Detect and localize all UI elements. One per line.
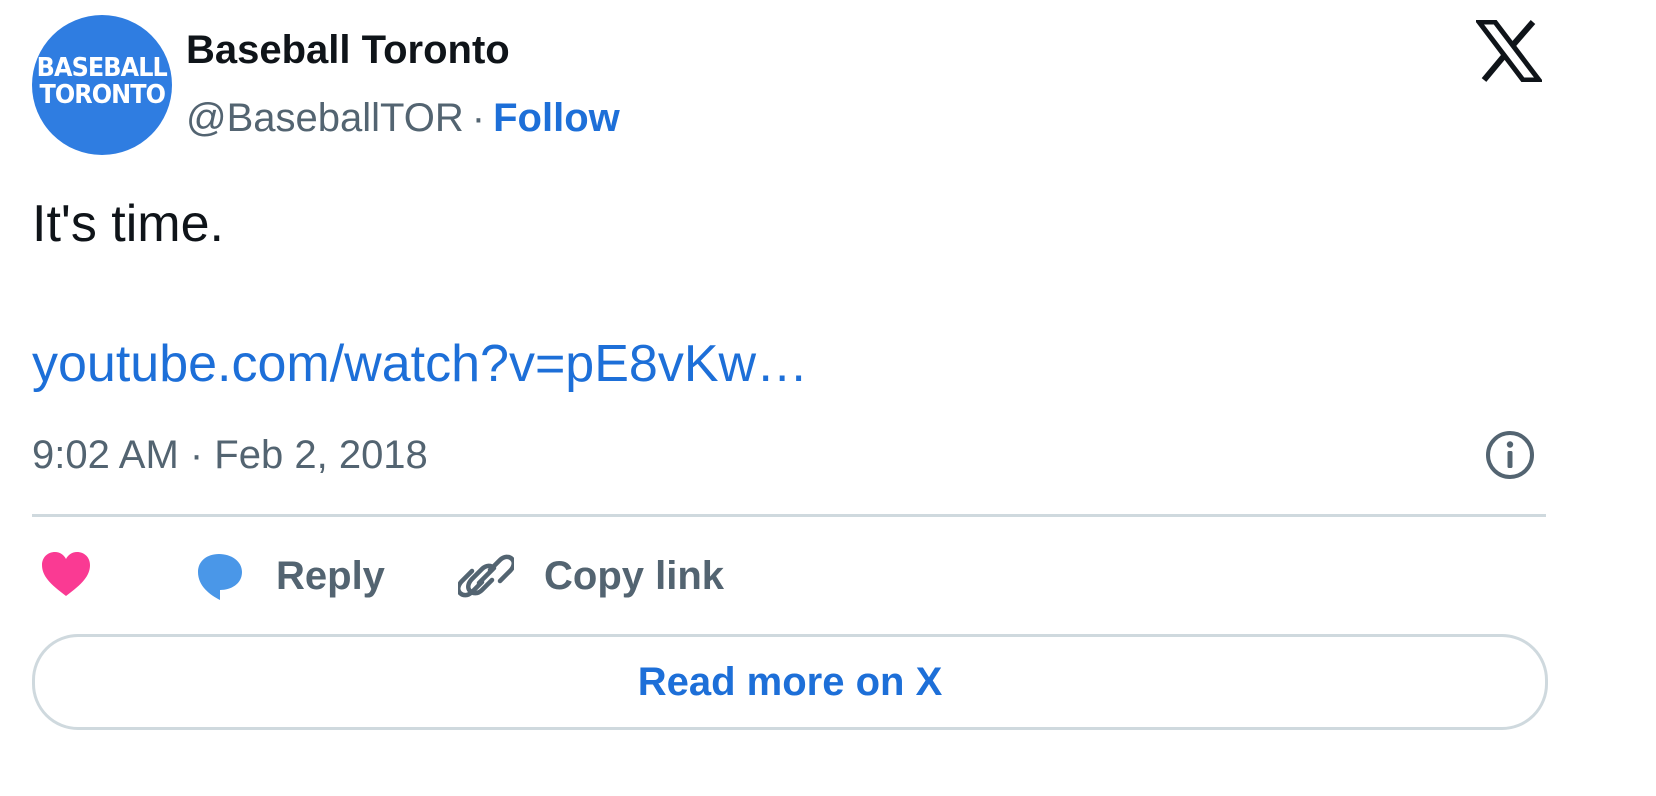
link-icon xyxy=(458,554,514,598)
handle-separator: · xyxy=(471,96,486,140)
avatar[interactable]: BASEBALL TORONTO xyxy=(32,15,172,155)
reply-bubble-icon xyxy=(198,554,242,600)
author-handle-row: @BaseballTOR · Follow xyxy=(186,96,620,141)
copy-link-button[interactable]: Copy link xyxy=(458,546,724,606)
read-more-button[interactable]: Read more on X xyxy=(32,634,1548,730)
copy-link-label: Copy link xyxy=(544,553,725,598)
reply-label: Reply xyxy=(276,553,385,598)
tweet-link[interactable]: youtube.com/watch?v=pE8vKw… xyxy=(32,334,808,394)
embedded-tweet-card: BASEBALL TORONTO Baseball Toronto @Baseb… xyxy=(0,0,1656,796)
info-icon[interactable] xyxy=(1484,429,1536,481)
heart-icon[interactable] xyxy=(40,550,92,598)
reply-button[interactable]: Reply xyxy=(190,546,385,606)
author-handle[interactable]: @BaseballTOR xyxy=(186,96,464,140)
author-display-name[interactable]: Baseball Toronto xyxy=(186,28,510,73)
follow-button[interactable]: Follow xyxy=(493,96,620,140)
tweet-timestamp[interactable]: 9:02 AM · Feb 2, 2018 xyxy=(32,433,428,478)
avatar-text-line2: TORONTO xyxy=(39,80,166,110)
x-logo-icon[interactable] xyxy=(1476,20,1542,82)
tweet-text: It's time. xyxy=(32,195,224,253)
divider xyxy=(32,514,1546,517)
avatar-text-line1: BASEBALL xyxy=(36,52,168,83)
